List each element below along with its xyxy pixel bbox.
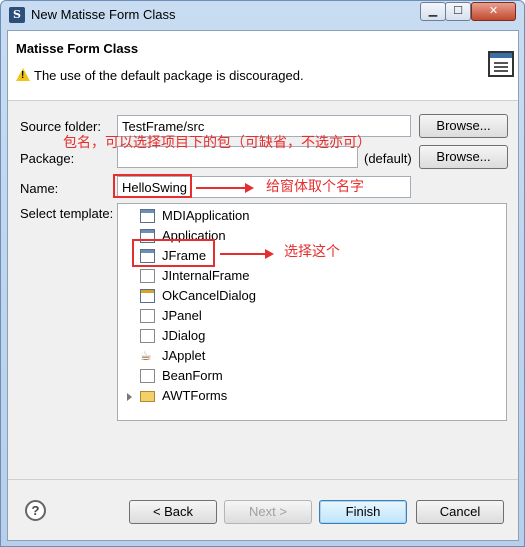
package-annotation: 包名，可以选择项目下的包（可缺省，不选亦可） — [63, 135, 371, 151]
jframe-arrow-icon — [220, 249, 274, 259]
tree-item-okcanceldialog[interactable]: OkCancelDialog — [140, 286, 256, 306]
tree-item-japplet[interactable]: ☕ JApplet — [140, 346, 205, 366]
package-default-label: (default) — [364, 151, 412, 166]
next-button[interactable]: Next > — [224, 500, 312, 524]
footer-divider — [8, 479, 518, 480]
warning-message: The use of the default package is discou… — [34, 68, 304, 83]
document-icon — [140, 329, 155, 343]
name-field[interactable]: HelloSwing — [117, 176, 411, 198]
folder-icon — [140, 391, 155, 402]
expand-arrow-icon[interactable] — [127, 393, 132, 401]
package-browse-button[interactable]: Browse... — [419, 145, 508, 169]
name-label: Name: — [20, 181, 59, 196]
template-label: Select template: — [20, 206, 114, 221]
tree-item-jpanel[interactable]: JPanel — [140, 306, 202, 326]
warning-icon: ! — [16, 68, 30, 81]
name-arrow-icon — [196, 183, 254, 193]
applet-icon: ☕ — [140, 348, 152, 363]
window-icon — [140, 229, 155, 243]
window-title: New Matisse Form Class — [31, 7, 176, 22]
help-icon[interactable]: ? — [25, 500, 46, 521]
wizard-title: Matisse Form Class — [16, 41, 139, 56]
title-bar[interactable]: S New Matisse Form Class ▁ ☐ ✕ — [1, 1, 524, 29]
wizard-banner-icon — [488, 51, 514, 77]
wizard-header: Matisse Form Class ! The use of the defa… — [8, 31, 518, 101]
dialog-content: Matisse Form Class ! The use of the defa… — [7, 30, 519, 541]
tree-item-jframe[interactable]: JFrame — [140, 246, 206, 266]
dialog-icon — [140, 289, 155, 303]
document-icon — [140, 269, 155, 283]
dialog-window: S New Matisse Form Class ▁ ☐ ✕ Matisse F… — [0, 0, 525, 547]
package-label: Package: — [20, 151, 75, 166]
close-button[interactable]: ✕ — [471, 2, 516, 21]
maximize-button[interactable]: ☐ — [445, 2, 471, 21]
back-button[interactable]: < Back — [129, 500, 217, 524]
tree-item-jinternalframe[interactable]: JInternalFrame — [140, 266, 249, 286]
tree-item-jdialog[interactable]: JDialog — [140, 326, 205, 346]
source-folder-browse-button[interactable]: Browse... — [419, 114, 508, 138]
tree-item-beanform[interactable]: BeanForm — [140, 366, 223, 386]
window-icon — [140, 249, 155, 263]
finish-button[interactable]: Finish — [319, 500, 407, 524]
name-annotation: 给窗体取个名字 — [266, 179, 364, 195]
tree-item-mdiapplication[interactable]: MDIApplication — [140, 206, 249, 226]
app-icon: S — [9, 7, 25, 23]
document-icon — [140, 309, 155, 323]
template-tree[interactable]: MDIApplication Application JFrame JInter… — [117, 203, 507, 421]
tree-item-application[interactable]: Application — [140, 226, 226, 246]
tree-item-awtforms[interactable]: AWTForms — [140, 386, 227, 406]
window-icon — [140, 209, 155, 223]
minimize-button[interactable]: ▁ — [420, 2, 446, 21]
cancel-button[interactable]: Cancel — [416, 500, 504, 524]
document-icon — [140, 369, 155, 383]
template-annotation: 选择这个 — [284, 244, 340, 260]
